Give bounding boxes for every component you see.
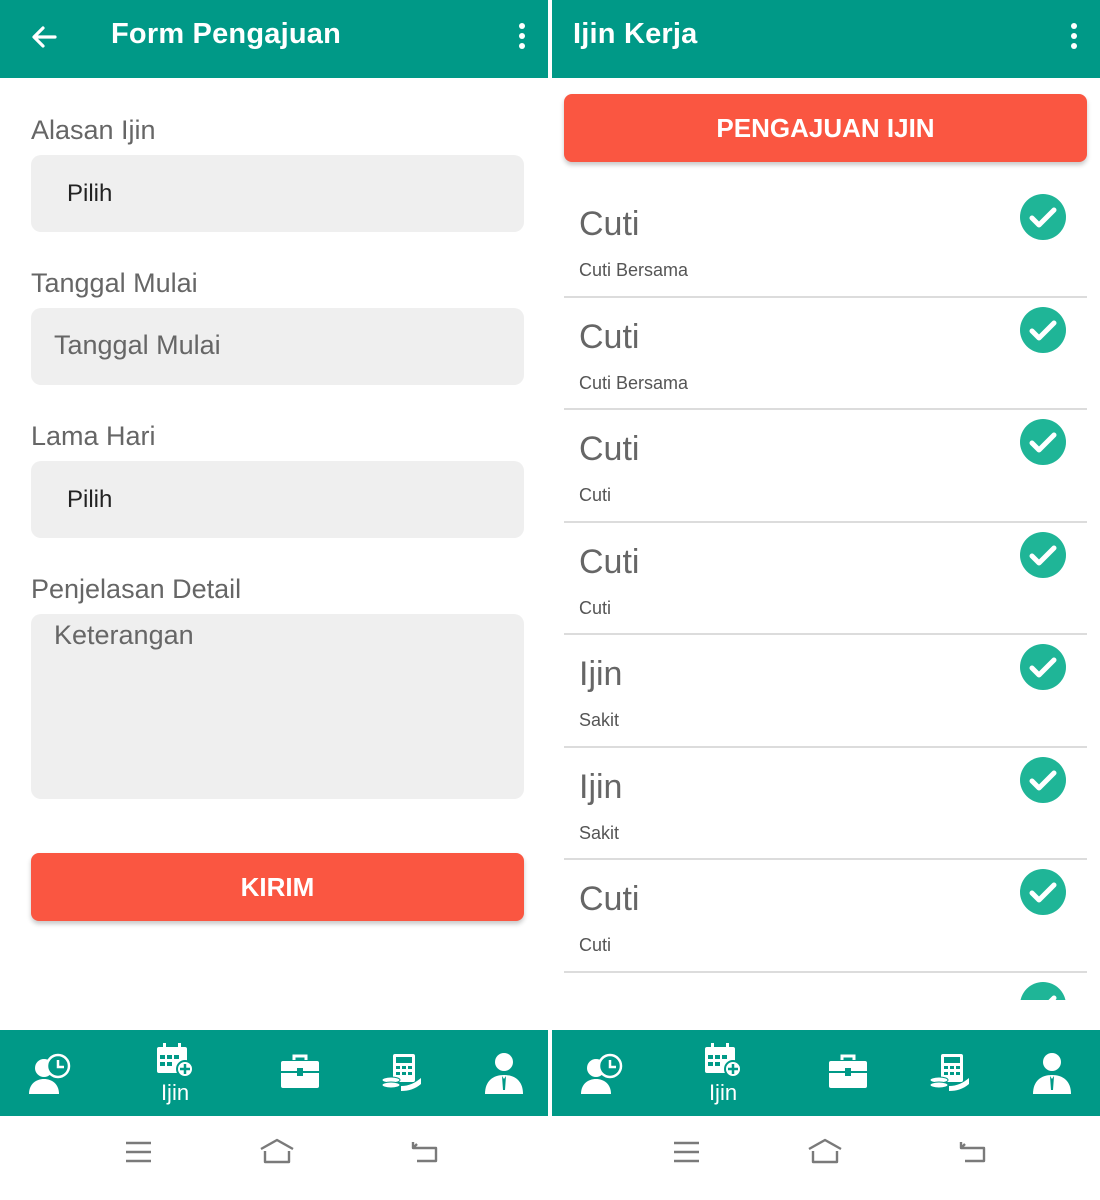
app-bar: Ijin Kerja [552,0,1100,78]
kirim-button[interactable]: KIRIM [31,853,524,921]
home-icon[interactable] [257,1132,297,1172]
tanggal-mulai-input[interactable]: Tanggal Mulai [31,308,524,385]
leave-type: Ijin [579,767,623,806]
list-item-partial[interactable] [564,973,1087,1000]
more-options-icon[interactable] [1062,18,1086,58]
leave-subtype: Cuti [579,597,612,618]
approved-check-icon [1020,756,1066,803]
briefcase-icon [829,1054,867,1088]
leave-type: Ijin [579,655,623,693]
keterangan-textarea[interactable]: Keterangan [31,614,524,799]
approved-check-icon [1020,419,1066,465]
leave-type: Cuti [579,880,640,918]
pengajuan-ijin-button[interactable]: PENGAJUAN IJIN [564,94,1087,162]
page-title: Form Pengajuan [111,18,341,50]
menu-icon[interactable] [118,1132,158,1172]
user-profile-icon [1033,1053,1071,1094]
list-item[interactable]: Ijin Sakit [564,748,1087,860]
leave-subtype: Sakit [579,710,620,730]
alasan-ijin-label: Alasan Ijin [31,115,156,145]
leave-subtype: Cuti Bersama [579,260,689,280]
nav-profile[interactable] [454,1030,548,1116]
bottom-navigation: Ijin [552,1030,1100,1116]
leave-subtype: Cuti [579,485,612,505]
nav-payroll[interactable] [900,1030,1000,1116]
tanggal-mulai-placeholder: Tanggal Mulai [54,330,221,360]
approved-check-icon [1020,869,1066,915]
nav-ijin-label: Ijin [160,1080,190,1105]
system-navigation-bar [552,1116,1100,1200]
leave-subtype: Cuti Bersama [579,372,689,393]
nav-ijin-label: Ijin [708,1080,738,1105]
calendar-add-icon [705,1043,742,1078]
leave-type: Cuti [579,542,640,581]
back-icon[interactable] [952,1132,992,1172]
keterangan-placeholder: Keterangan [54,620,194,650]
tanggal-mulai-label: Tanggal Mulai [31,268,198,298]
list-item[interactable]: Cuti Cuti Bersama [564,298,1087,410]
leave-type: Cuti [579,430,640,468]
user-profile-icon [485,1053,523,1094]
list-item[interactable]: Cuti Cuti [564,860,1087,973]
ijin-kerja-screen: Ijin Kerja PENGAJUAN IJIN Cuti Cuti Bersa… [552,0,1100,1200]
approved-check-icon [1020,194,1066,240]
system-navigation-bar [0,1116,548,1200]
nav-ijin[interactable]: Ijin [673,1030,773,1116]
list-item[interactable]: Cuti Cuti [564,410,1087,523]
nav-work[interactable] [250,1030,350,1116]
penjelasan-detail-label: Penjelasan Detail [31,574,242,604]
list-item[interactable]: Cuti Cuti [564,523,1087,635]
form-pengajuan-screen: Form Pengajuan Alasan Ijin Pilih Tanggal… [0,0,548,1200]
back-icon[interactable] [404,1132,444,1172]
calculator-money-icon [929,1054,969,1091]
more-options-icon[interactable] [510,18,534,58]
approved-check-icon [1020,306,1066,353]
leave-subtype: Cuti [579,935,612,955]
nav-attendance[interactable] [0,1030,100,1116]
nav-payroll[interactable] [352,1030,452,1116]
approved-check-icon [1020,531,1066,578]
leave-history-list[interactable]: Cuti Cuti Bersama Cuti Cuti Bersama Cuti Cuti… [564,185,1087,1000]
briefcase-icon [281,1054,319,1088]
attendance-history-icon [29,1053,71,1094]
alasan-ijin-value: Pilih [67,180,113,207]
approved-check-icon [1020,644,1066,690]
page-title: Ijin Kerja [573,18,698,50]
leave-type: Cuti [579,317,640,356]
list-item[interactable]: Cuti Cuti Bersama [564,185,1087,298]
leave-subtype: Sakit [579,822,620,843]
nav-attendance[interactable] [552,1030,652,1116]
back-arrow-icon[interactable] [24,18,64,58]
app-bar: Form Pengajuan [0,0,548,78]
lama-hari-value: Pilih [67,486,113,513]
lama-hari-select[interactable]: Pilih [31,461,524,538]
attendance-history-icon [581,1053,623,1094]
alasan-ijin-select[interactable]: Pilih [31,155,524,232]
nav-ijin[interactable]: Ijin [125,1030,225,1116]
nav-work[interactable] [798,1030,898,1116]
approved-check-icon [1020,981,1066,1000]
lama-hari-label: Lama Hari [31,421,156,451]
list-item[interactable]: Ijin Sakit [564,635,1087,748]
calculator-money-icon [381,1054,421,1091]
leave-type: Cuti [579,205,640,243]
menu-icon[interactable] [666,1132,706,1172]
calendar-add-icon [157,1043,194,1078]
bottom-navigation: Ijin [0,1030,548,1116]
home-icon[interactable] [805,1132,845,1172]
nav-profile[interactable] [1002,1030,1100,1116]
